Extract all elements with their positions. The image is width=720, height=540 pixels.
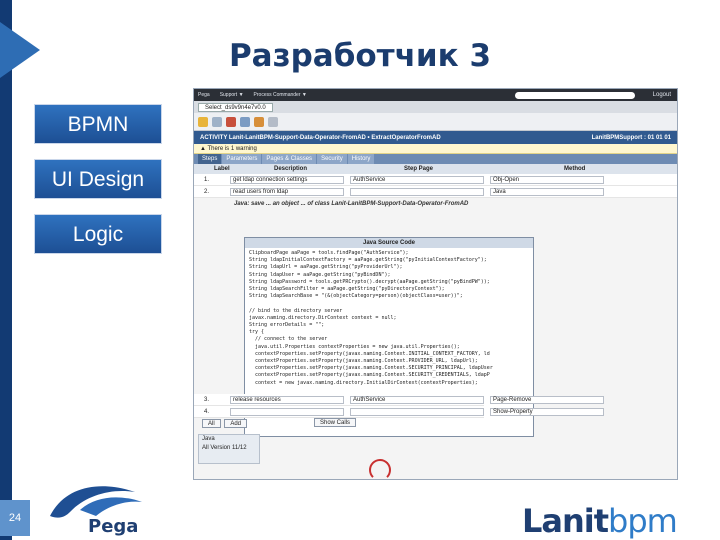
left-panel: Java All Version 11/12 bbox=[198, 434, 260, 464]
row-step-page[interactable]: AuthService bbox=[350, 175, 484, 184]
code-line: javax.naming.directory.DirContext contex… bbox=[249, 314, 397, 321]
row-method[interactable]: Java bbox=[490, 187, 604, 196]
slide-title: Разработчик 3 bbox=[228, 38, 492, 74]
run-icon[interactable] bbox=[254, 116, 264, 127]
step-note: Java: save ... an object ... of class La… bbox=[234, 201, 469, 207]
code-line: contextProperties.setProperty(javax.nami… bbox=[249, 350, 490, 357]
table-row[interactable]: 2. read users from ldap Java bbox=[194, 186, 677, 198]
code-line: contextProperties.setProperty(javax.nami… bbox=[249, 372, 490, 379]
panel-header: Java bbox=[202, 436, 215, 442]
code-line: contextProperties.setProperty(javax.nami… bbox=[249, 365, 493, 372]
row-number: 1. bbox=[204, 176, 210, 183]
loading-spinner-icon bbox=[369, 459, 391, 479]
app-top-bar: Pega Support ▼ Process Commander ▼ Logou… bbox=[194, 89, 677, 101]
row-method[interactable]: Show-Property bbox=[490, 407, 604, 416]
row-description[interactable]: release resources bbox=[230, 395, 344, 404]
all-button[interactable]: All bbox=[202, 419, 221, 428]
bpm-wordmark: bpm bbox=[608, 502, 678, 540]
tab-security[interactable]: Security bbox=[317, 154, 347, 164]
tab-document[interactable]: Select_ds9v9n4e7v0.0 bbox=[198, 102, 273, 112]
warning-bar[interactable]: ▲ There is 1 warning bbox=[194, 144, 677, 154]
row-method[interactable]: Page-Remove bbox=[490, 395, 604, 404]
nav-button-bpmn[interactable]: BPMN bbox=[34, 104, 162, 144]
arrow-decoration bbox=[0, 22, 40, 78]
code-line: // bind to the directory server bbox=[249, 307, 343, 314]
embedded-screenshot: Pega Support ▼ Process Commander ▼ Logou… bbox=[193, 88, 678, 480]
row-step-page[interactable] bbox=[350, 187, 484, 196]
code-line: ClipboardPage aaPage = tools.findPage("A… bbox=[249, 250, 409, 256]
tab-steps[interactable]: Steps bbox=[198, 154, 222, 164]
code-line: String ldapPassword = tools.getPRCrypto(… bbox=[249, 278, 490, 285]
panel-version: All Version 11/12 bbox=[202, 445, 247, 451]
header-step-page: Step Page bbox=[404, 166, 434, 172]
row-buttons: All Add bbox=[202, 419, 249, 428]
row-method[interactable]: Obj-Open bbox=[490, 175, 604, 184]
code-line: String ldapUrl = aaPage.getString("pyPro… bbox=[249, 264, 403, 271]
code-line: String errorDetails = ""; bbox=[249, 322, 325, 329]
tab-parameters[interactable]: Parameters bbox=[222, 154, 262, 164]
slide-number: 24 bbox=[0, 500, 30, 536]
code-line: try { bbox=[249, 329, 265, 336]
code-line: contextProperties.setProperty(javax.nami… bbox=[249, 358, 478, 365]
row-description[interactable]: get ldap connection settings bbox=[230, 175, 344, 184]
search-input[interactable] bbox=[514, 91, 635, 99]
row-description[interactable]: read users from ldap bbox=[230, 187, 344, 196]
tab-history[interactable]: History bbox=[347, 154, 375, 164]
row-description[interactable] bbox=[230, 407, 344, 416]
pega-logo: Pega bbox=[50, 486, 142, 536]
rule-header: ACTIVITY Lanit-LanitBPM-Support-Data-Ope… bbox=[194, 131, 677, 144]
menu-pega[interactable]: Pega bbox=[198, 92, 210, 98]
steps-grid-header: Label Description Step Page Method bbox=[194, 164, 677, 174]
row-number: 2. bbox=[204, 188, 210, 195]
table-row[interactable]: 4. Show-Property bbox=[194, 406, 604, 418]
row-number: 4. bbox=[204, 408, 210, 415]
code-line: String ldapSearchFilter = aaPage.getStri… bbox=[249, 286, 445, 293]
rule-version: LanitBPMSupport : 01 01 01 bbox=[591, 134, 671, 141]
lanit-bpm-logo: Lanitbpm bbox=[522, 502, 678, 540]
lanit-wordmark: Lanit bbox=[522, 502, 609, 540]
print-icon[interactable] bbox=[268, 116, 278, 127]
bottom-rows: 3. release resources AuthService Page-Re… bbox=[194, 394, 604, 418]
rule-title: ACTIVITY Lanit-LanitBPM-Support-Data-Ope… bbox=[200, 134, 441, 141]
rule-subtabs: Steps Parameters Pages & Classes Securit… bbox=[194, 154, 677, 164]
code-line: String ldapUser = aaPage.getString("pyBi… bbox=[249, 271, 391, 278]
copy-icon[interactable] bbox=[212, 116, 222, 127]
favorite-icon[interactable] bbox=[226, 116, 236, 127]
code-line: // connect to the server bbox=[249, 336, 328, 343]
header-description: Description bbox=[274, 166, 308, 172]
code-line: String ldapInitialContextFactory = aaPag… bbox=[249, 257, 487, 264]
nav-button-logic[interactable]: Logic bbox=[34, 214, 162, 254]
left-accent-bar bbox=[0, 0, 12, 540]
row-step-page[interactable] bbox=[350, 407, 484, 416]
save-icon[interactable] bbox=[198, 116, 208, 127]
menu-support[interactable]: Support ▼ bbox=[220, 92, 244, 98]
row-number: 3. bbox=[204, 396, 210, 403]
pega-wordmark: Pega bbox=[88, 516, 138, 536]
nav-button-ui-design[interactable]: UI Design bbox=[34, 159, 162, 199]
code-line: context = new javax.naming.directory.Ini… bbox=[249, 379, 478, 386]
menu-process-commander[interactable]: Process Commander ▼ bbox=[254, 92, 307, 98]
table-row[interactable]: 3. release resources AuthService Page-Re… bbox=[194, 394, 604, 406]
row-step-page[interactable]: AuthService bbox=[350, 395, 484, 404]
app-toolbar bbox=[194, 113, 677, 131]
logout-link[interactable]: Logout bbox=[653, 92, 671, 98]
table-row[interactable]: 1. get ldap connection settings AuthServ… bbox=[194, 174, 677, 186]
code-line: String ldapSearchBase = "(&(objectCatego… bbox=[249, 293, 463, 300]
check-icon[interactable] bbox=[240, 116, 250, 127]
code-window-title: Java Source Code bbox=[245, 238, 533, 248]
header-method: Method bbox=[564, 166, 586, 172]
app-tab-strip: Select_ds9v9n4e7v0.0 bbox=[194, 101, 677, 113]
add-button[interactable]: Add bbox=[224, 419, 248, 428]
show-calls-button[interactable]: Show Calls bbox=[314, 418, 357, 427]
tab-pages-classes[interactable]: Pages & Classes bbox=[262, 154, 317, 164]
code-line: java.util.Properties contextProperties =… bbox=[249, 343, 460, 350]
header-label: Label bbox=[214, 166, 230, 172]
